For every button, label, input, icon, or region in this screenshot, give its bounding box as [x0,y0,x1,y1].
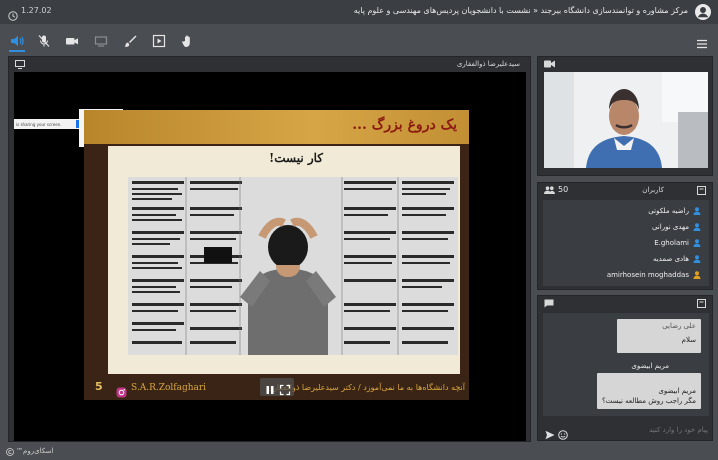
chat-messages: علی رضایی سلام مریم ابیضوی مریم ابیضوی م… [543,313,709,416]
users-title: کاربران [642,186,664,194]
pause-icon[interactable] [264,381,276,394]
chat-sender: مریم ابیضوی [631,362,669,370]
video-camera-icon [544,60,555,68]
user-icon [693,271,701,279]
slide-title: یک دروغ بزرگ ... [352,117,457,133]
user-name: راضیه ملکوتی [648,207,689,215]
user-name: amirhosein moghaddas [606,271,689,279]
title-bar: 1.27.02 مرکز مشاوره و توانمندسازی دانشگا… [0,0,718,24]
status-bar: اسکای‌روم™ [0,445,718,460]
screen-share-icon[interactable] [92,32,110,50]
webcam-header [538,57,712,71]
raise-hand-icon[interactable] [179,32,197,50]
speaker-active-indicator [9,50,25,52]
clock-icon [8,6,18,21]
user-item[interactable]: مهدی نورانی [652,220,701,234]
chat-sender: علی رضایی [662,322,696,330]
slide-footer-text: آنچه دانشگاه‌ها به ما نمی‌آموزد / دکتر س… [266,383,465,392]
camera-icon[interactable] [63,32,81,50]
webcam-video [544,72,708,168]
app-version: 1.27.02 [21,6,52,15]
mic-muted-icon[interactable] [35,32,53,50]
shared-screen: is sharing your screen. Stop sharing Hid… [14,72,526,441]
speaker-icon[interactable] [8,32,26,50]
menu-icon[interactable] [696,35,708,49]
copyright-icon [6,448,14,456]
monitor-icon [15,60,25,69]
chat-icon [544,299,554,308]
chat-header [538,296,712,310]
account-icon[interactable] [694,3,712,21]
slide-subtitle: کار نیست! [268,151,323,165]
chat-panel: علی رضایی سلام مریم ابیضوی مریم ابیضوی م… [537,295,713,441]
toolbar [0,30,718,52]
emoji-icon[interactable] [558,425,568,440]
chat-text: مریم ابیضوی مگر راجب روش مطالعه نیست؟ [602,387,696,405]
user-item[interactable]: هادی صمدیه [653,252,701,266]
meeting-title: مرکز مشاوره و توانمندسازی دانشگاه بیرجند… [353,6,688,15]
fullscreen-icon[interactable] [279,381,291,396]
user-item[interactable]: E.gholami [654,236,701,250]
instagram-icon [116,383,127,398]
user-icon [693,223,701,231]
brush-icon[interactable] [121,32,139,50]
users-list: راضیه ملکوتی مهدی نورانی E.gholami هادی … [543,200,709,286]
chat-input-row [538,420,714,440]
user-name: مهدی نورانی [651,223,689,231]
presentation-icon[interactable] [150,32,168,50]
users-panel: 50 کاربران راضیه ملکوتی مهدی نورانی E.gh… [537,182,713,290]
player-controls [260,378,294,396]
brand-name: اسکای‌روم™ [16,447,54,455]
screen-share-panel: سیدعلیرضا ذوالفقاری is sharing your scre… [8,56,531,442]
user-icon [693,207,701,215]
users-header: 50 کاربران [538,183,712,197]
chat-message: علی رضایی سلام [617,319,701,353]
chat-text: سلام [681,336,696,344]
screen-share-header: سیدعلیرضا ذوالفقاری [9,57,530,71]
user-name: هادی صمدیه [652,255,689,263]
newspaper-image [128,177,458,355]
chat-expand-icon[interactable] [697,299,706,308]
presenter-video-frame [544,72,708,168]
send-icon[interactable] [545,425,555,440]
share-notice-text: is sharing your screen. [16,122,62,127]
users-group-icon [544,186,555,194]
expand-icon[interactable] [697,186,706,195]
page-number: 5 [95,380,103,393]
presenter-name: سیدعلیرضا ذوالفقاری [456,60,520,68]
user-item[interactable]: amirhosein moghaddas [607,268,701,282]
presentation-slide: یک دروغ بزرگ ... کار نیست! 5 S.A.R.Zolfa… [84,110,469,400]
user-icon [693,255,701,263]
user-item[interactable]: راضیه ملکوتی [648,204,701,218]
instagram-handle: S.A.R.Zolfaghari [131,383,207,393]
user-name: E.gholami [654,239,689,247]
user-icon [693,239,701,247]
chat-input[interactable] [572,423,708,437]
webcam-panel [537,56,713,176]
chat-message: مریم ابیضوی مگر راجب روش مطالعه نیست؟ [597,373,701,409]
users-count: 50 [558,185,569,194]
